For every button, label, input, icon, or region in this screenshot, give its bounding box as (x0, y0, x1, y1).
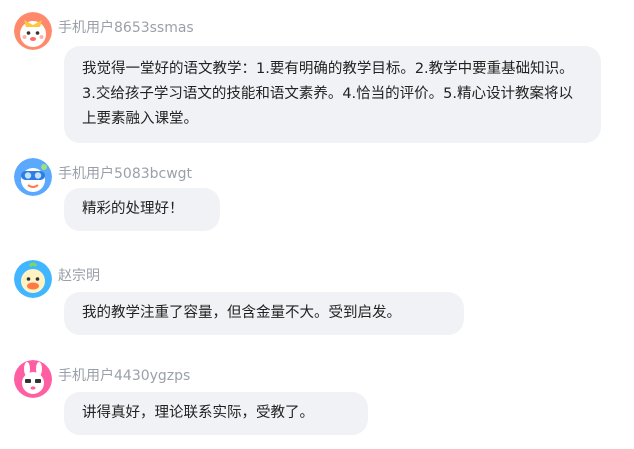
fox-avatar-icon[interactable] (14, 12, 52, 50)
comment-text: 精彩的处理好！ (64, 188, 220, 231)
username[interactable]: 手机用户8653ssmas (58, 19, 194, 37)
username[interactable]: 赵宗明 (58, 267, 100, 285)
duck-avatar-icon[interactable] (14, 260, 52, 298)
comment-text: 我的教学注重了容量，但含金量不大。受到启发。 (64, 292, 464, 335)
comment-list: 手机用户8653ssmas 我觉得一堂好的语文教学：1.要有明确的教学目标。2.… (0, 0, 634, 449)
comment-text: 我觉得一堂好的语文教学：1.要有明确的教学目标。2.教学中要重基础知识。3.交给… (64, 46, 601, 143)
username[interactable]: 手机用户5083bcwgt (58, 165, 192, 183)
comment-text: 讲得真好，理论联系实际，受教了。 (64, 392, 368, 435)
username[interactable]: 手机用户4430ygzps (58, 367, 190, 385)
diver-goggles-avatar-icon[interactable] (14, 158, 52, 196)
bunny-avatar-icon[interactable] (14, 360, 52, 398)
